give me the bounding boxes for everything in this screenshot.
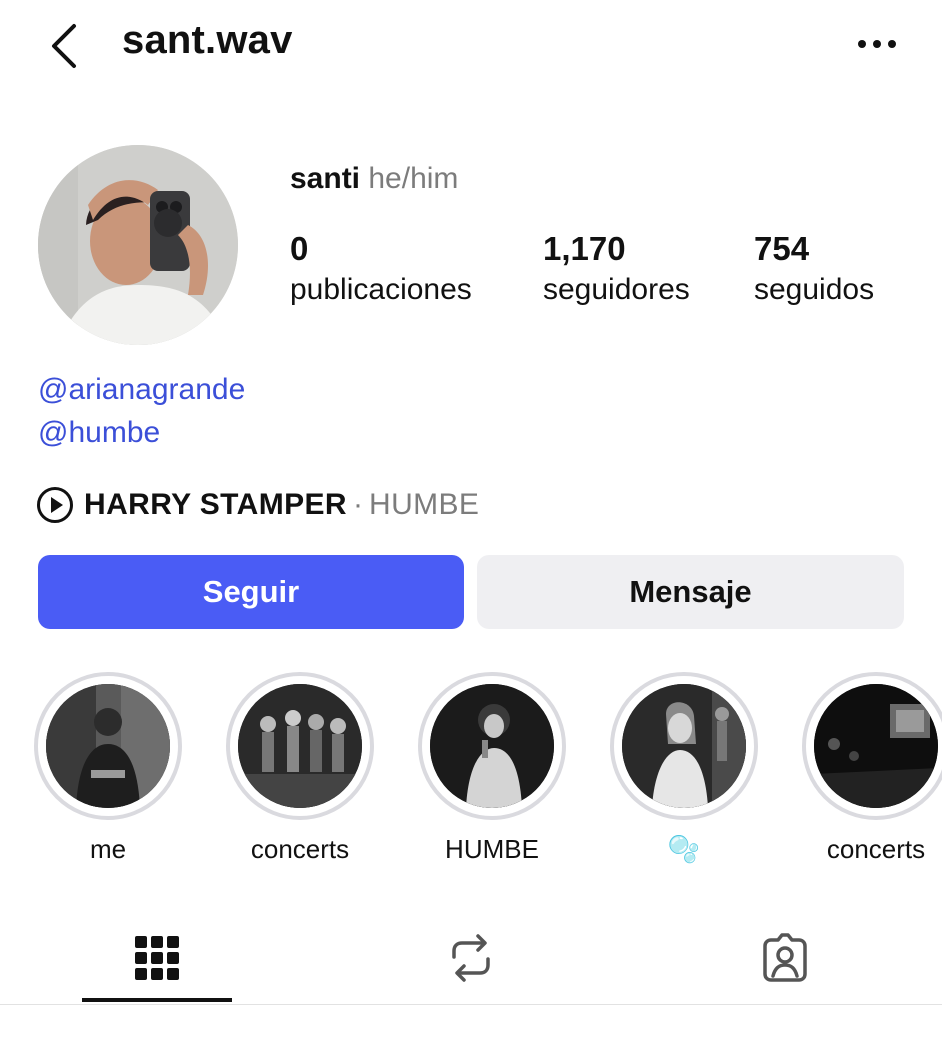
profile-name-row: santi he/him [290,162,458,196]
play-circle-icon [37,487,73,523]
highlight-label: me [89,834,127,864]
more-horizontal-icon [858,40,896,48]
posts-label: publicaciones [290,273,472,306]
profile-avatar[interactable] [38,145,238,345]
highlight-label: concerts [826,834,926,864]
highlight-cover[interactable] [34,672,182,820]
message-button[interactable]: Mensaje [477,555,904,629]
highlight-cover[interactable] [418,672,566,820]
more-options-button[interactable] [852,30,902,58]
highlight-label: concerts [250,834,350,864]
highlight-cover[interactable] [802,672,942,820]
profile-pronouns: he/him [368,162,459,195]
bio-mention-humbe[interactable]: @humbe [38,416,160,450]
highlight-item[interactable]: concerts [225,672,375,865]
back-button[interactable] [44,22,88,70]
stat-followers[interactable]: 1,170 seguidores [543,228,690,310]
highlight-label: 🫧 [667,834,701,864]
highlight-item[interactable]: HUMBE [417,672,567,865]
profile-username: sant.wav [122,18,293,62]
avatar-photo [38,145,238,345]
posts-count: 0 [290,230,309,267]
highlight-item[interactable]: 🫧 [609,672,759,865]
grid-icon [135,936,179,980]
highlight-label: HUMBE [445,834,539,864]
music-artist: HUMBE [369,488,480,521]
follow-button[interactable]: Seguir [38,555,464,629]
stat-following[interactable]: 754 seguidos [754,228,874,310]
tab-reposts[interactable] [396,918,546,998]
highlight-item[interactable]: concerts [801,672,942,865]
chevron-left-icon [52,24,76,68]
tab-posts-grid[interactable] [82,918,232,998]
following-label: seguidos [754,273,875,306]
profile-display-name: santi [290,162,361,195]
highlight-cover[interactable] [226,672,374,820]
followers-label: seguidores [543,273,690,306]
followers-count: 1,170 [543,230,626,267]
bio-mention-arianagrande[interactable]: @arianagrande [38,373,245,407]
tagged-person-icon [763,933,807,982]
tab-divider [0,1004,942,1005]
active-tab-indicator [82,998,232,1002]
highlight-cover[interactable] [610,672,758,820]
highlight-item[interactable]: me [33,672,183,865]
following-count: 754 [754,230,810,267]
stat-posts: 0 publicaciones [290,228,472,310]
music-title: HARRY STAMPER [84,488,347,521]
music-separator: · [353,488,363,521]
repost-icon [452,934,490,982]
profile-music[interactable]: HARRY STAMPER · HUMBE [36,486,479,524]
tab-tagged[interactable] [710,918,860,998]
